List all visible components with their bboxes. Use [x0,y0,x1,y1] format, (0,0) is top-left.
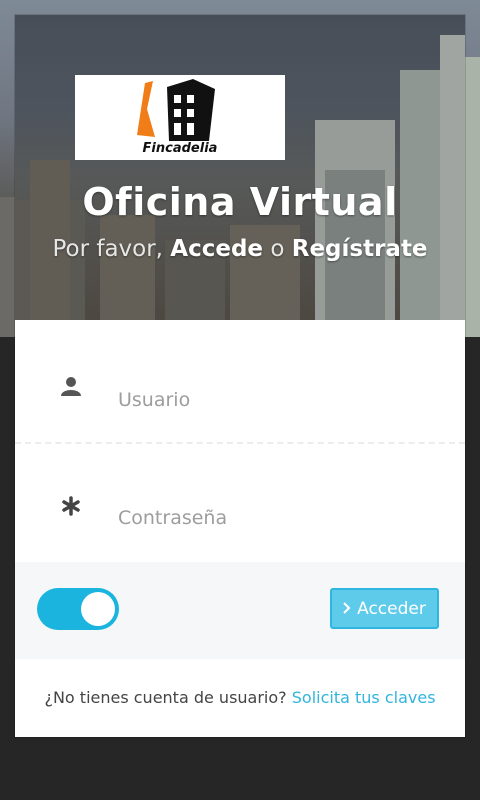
asterisk-icon [61,496,81,520]
header-hero: Fincadelia Oficina Virtual Por favor, Ac… [15,15,465,320]
login-button-label: Acceder [357,598,426,619]
subtitle-or: o [270,236,285,262]
signup-question: ¿No tienes cuenta de usuario? [44,688,287,707]
signup-footer: ¿No tienes cuenta de usuario? Solicita t… [15,659,465,737]
field-divider [15,442,465,444]
signup-prompt: ¿No tienes cuenta de usuario? Solicita t… [15,688,465,707]
register-link[interactable]: Regístrate [292,236,428,262]
password-field[interactable]: Contraseña [15,445,465,562]
password-input[interactable]: Contraseña [118,507,227,529]
request-credentials-link[interactable]: Solicita tus claves [292,688,436,707]
user-icon [61,376,81,400]
login-button[interactable]: Acceder [330,588,439,629]
logo-text: Fincadelia [142,141,218,156]
fincadelia-logo: Fincadelia [75,75,285,160]
chevron-right-icon [343,599,351,619]
toggle-knob [81,592,115,626]
remember-toggle[interactable] [37,588,119,630]
username-input[interactable]: Usuario [118,389,190,411]
login-panel: Fincadelia Oficina Virtual Por favor, Ac… [15,15,465,737]
page-title: Oficina Virtual [82,180,398,224]
page-subtitle: Por favor, Accede o Regístrate [15,236,465,262]
form-actions: Acceder [15,562,465,659]
subtitle-prefix: Por favor, [52,236,163,262]
login-link[interactable]: Accede [170,236,263,262]
username-field[interactable]: Usuario [15,320,465,437]
